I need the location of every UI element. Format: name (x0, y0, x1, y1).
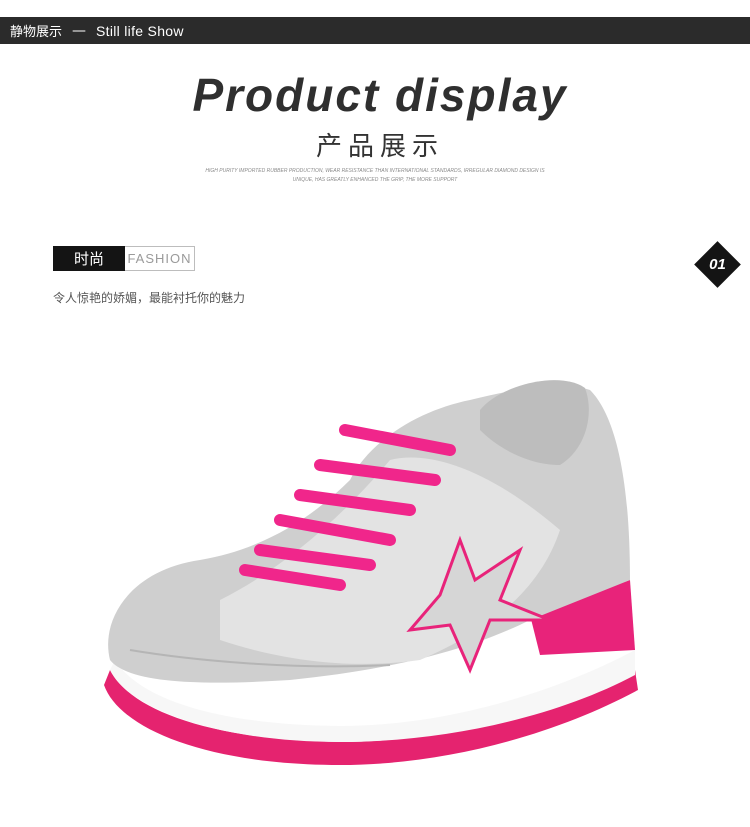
hero-subtitle: 产品展示 (315, 132, 444, 162)
fashion-tag-cn: 时尚 (53, 246, 125, 271)
hero-title: Product display (192, 69, 568, 121)
hero-fine-print: HIGH PURITY IMPORTED RUBBER PRODUCTION, … (205, 168, 545, 183)
title-separator: — (72, 22, 87, 39)
tagline: 令人惊艳的娇媚，最能衬托你的魅力 (53, 291, 246, 305)
sneaker-image (104, 380, 638, 765)
fashion-tag: 时尚 FASHION (53, 246, 195, 271)
fashion-tag-en: FASHION (125, 246, 195, 271)
section-title-cn: 静物展示 (10, 25, 63, 40)
section-header-bar: 静物展示 — Still life Show (0, 17, 750, 44)
number-badge-label: 01 (709, 256, 726, 273)
section-title-en: Still life Show (96, 22, 184, 39)
